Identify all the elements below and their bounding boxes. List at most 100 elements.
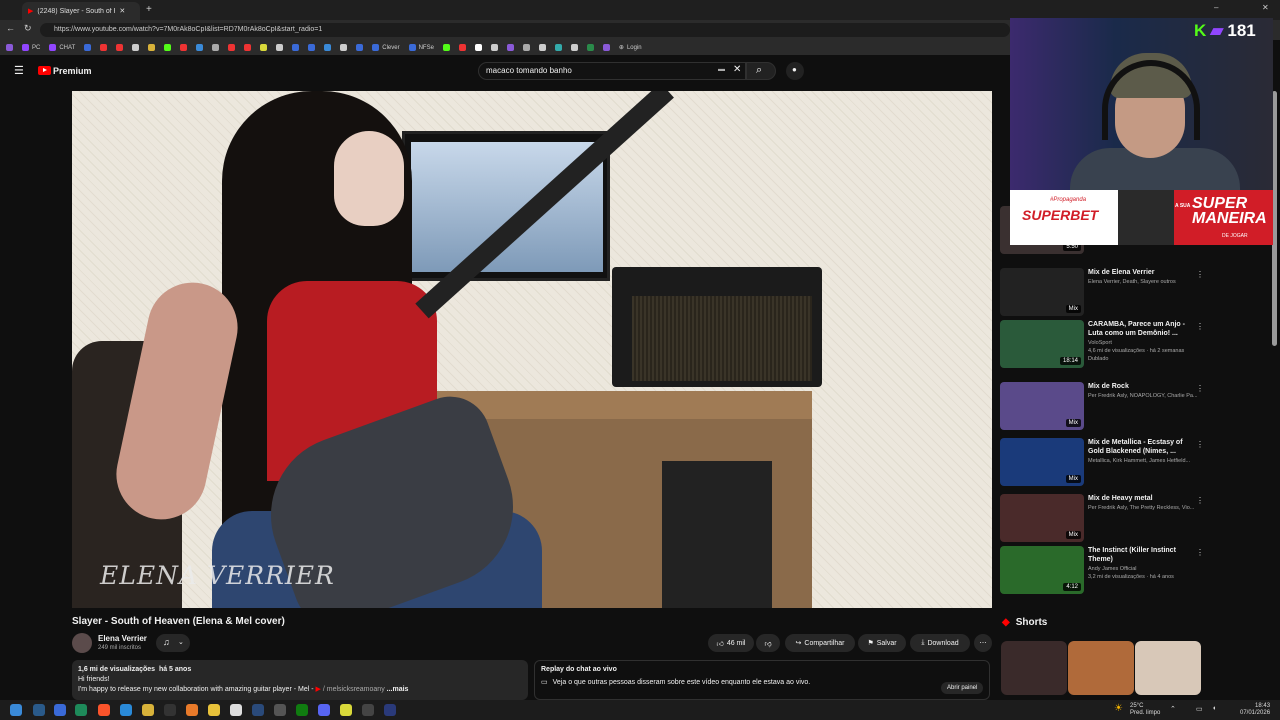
more-vertical-icon[interactable]: ⋮ — [1196, 548, 1204, 557]
recommendation-item[interactable]: Mix Mix de Elena Verrier Elena Verrier, De… — [1000, 268, 1210, 316]
app-icon[interactable] — [340, 704, 352, 716]
like-button[interactable]: 👍︎ 46 mil — [708, 634, 754, 652]
share-button[interactable]: ↪ Compartilhar — [785, 634, 855, 652]
recommendation-thumbnail[interactable]: Mix — [1000, 382, 1084, 430]
weather-widget[interactable]: 25°C Pred. limpo — [1130, 703, 1160, 717]
bookmark-icon[interactable] — [602, 44, 610, 51]
download-button[interactable]: ⤓ Download — [910, 634, 970, 652]
new-tab-button[interactable]: + — [146, 4, 152, 15]
close-window-icon[interactable]: ✕ — [1262, 3, 1269, 12]
tray-chevron-icon[interactable]: ⌃ — [1170, 705, 1176, 713]
bookmark-icon[interactable] — [538, 44, 546, 51]
bookmark-icon[interactable] — [308, 44, 316, 51]
windows-start-icon[interactable] — [10, 704, 22, 716]
settings-icon[interactable] — [274, 704, 286, 716]
brave-icon[interactable] — [98, 704, 110, 716]
recommendation-item[interactable]: 18:14 CARAMBA, Parece um Anjo - Luta como… — [1000, 320, 1210, 368]
channel-name[interactable]: Elena Verrier — [98, 634, 147, 643]
volume-icon[interactable]: ◖ — [1212, 705, 1216, 712]
search-input[interactable]: macaco tomando banho — [478, 62, 746, 80]
bookmark-icon[interactable] — [260, 44, 268, 51]
bookmark-icon[interactable] — [196, 44, 204, 51]
url-input[interactable]: https://www.youtube.com/watch?v=7M0rAk8o… — [40, 23, 1010, 37]
more-actions-button[interactable]: ⋯ — [974, 634, 992, 652]
bookmark-icon[interactable] — [212, 44, 220, 51]
bookmark-login[interactable]: ⊕ Login — [619, 44, 642, 52]
edge-icon[interactable] — [33, 704, 45, 716]
youtube-brand[interactable]: Premium — [53, 66, 92, 76]
back-icon[interactable]: ← — [6, 23, 15, 33]
bookmark-icon[interactable] — [340, 44, 348, 51]
more-vertical-icon[interactable]: ⋮ — [1196, 270, 1204, 279]
bookmark-icon[interactable] — [244, 44, 252, 51]
description-link[interactable]: / melsicksreamoany — [323, 686, 385, 693]
short-thumbnail[interactable] — [1068, 641, 1134, 695]
open-chat-panel-button[interactable]: Abrir painel — [941, 682, 984, 694]
bookmark-icon[interactable] — [490, 44, 498, 51]
search-button[interactable]: ⌕ — [746, 62, 776, 80]
bookmark-icon[interactable] — [442, 44, 450, 51]
short-thumbnail[interactable] — [1135, 641, 1201, 695]
discord-icon[interactable] — [318, 704, 330, 716]
bookmark-icon[interactable] — [458, 44, 466, 51]
recommendation-thumbnail[interactable]: Mix — [1000, 438, 1084, 486]
bookmark-icon[interactable] — [356, 44, 364, 51]
recommendation-thumbnail[interactable]: Mix — [1000, 268, 1084, 316]
save-button[interactable]: ⚑ Salvar — [858, 634, 906, 652]
bookmark-icon[interactable] — [292, 44, 300, 51]
video-player[interactable]: ELENA VERRIER — [72, 91, 992, 608]
recommendation-item[interactable]: Mix Mix de Heavy metal Per Fredrik Åsly, T… — [1000, 494, 1210, 542]
clock[interactable]: 18:43 07/01/2026 — [1240, 703, 1270, 717]
firefox-icon[interactable] — [186, 704, 198, 716]
bookmark-chat[interactable]: CHAT — [49, 44, 75, 51]
bookmark-icon[interactable] — [276, 44, 284, 51]
show-more-link[interactable]: ...mais — [387, 686, 409, 693]
more-vertical-icon[interactable]: ⋮ — [1196, 440, 1204, 449]
bookmark-icon[interactable] — [506, 44, 514, 51]
more-vertical-icon[interactable]: ⋮ — [1196, 322, 1204, 331]
recommendation-thumbnail[interactable]: 18:14 — [1000, 320, 1084, 368]
recommendation-item[interactable]: Mix Mix de Metallica - Ecstasy of Gold Bl… — [1000, 438, 1210, 486]
bookmark-icon[interactable] — [100, 44, 108, 51]
xbox-icon[interactable] — [296, 704, 308, 716]
youtube-logo-icon[interactable] — [38, 66, 51, 75]
bookmark-nfse[interactable]: NFSe — [408, 44, 434, 51]
chrome-icon[interactable] — [142, 704, 154, 716]
bookmark-pc[interactable]: PC — [22, 44, 40, 51]
store-icon[interactable] — [230, 704, 242, 716]
bookmark-icon[interactable] — [6, 44, 13, 51]
bookmark-icon[interactable] — [570, 44, 578, 51]
bookmark-icon[interactable] — [132, 44, 140, 51]
app-icon[interactable] — [362, 704, 374, 716]
steam-icon[interactable] — [252, 704, 264, 716]
keyboard-icon[interactable]: ▬ — [718, 66, 725, 73]
bookmark-icon[interactable] — [522, 44, 530, 51]
bookmark-icon[interactable] — [148, 44, 156, 51]
widgets-icon[interactable] — [54, 704, 66, 716]
bookmark-icon[interactable] — [554, 44, 562, 51]
bookmark-icon[interactable] — [474, 44, 482, 51]
short-thumbnail[interactable] — [1001, 641, 1067, 695]
recommendation-item[interactable]: Mix Mix de Rock Per Fredrik Åsly, NOAPOLOG… — [1000, 382, 1210, 430]
app-icon[interactable] — [75, 704, 87, 716]
more-vertical-icon[interactable]: ⋮ — [1196, 384, 1204, 393]
reload-icon[interactable]: ↻ — [24, 23, 32, 34]
menu-icon[interactable]: ☰ — [14, 64, 24, 77]
voice-search-button[interactable]: ● — [786, 62, 804, 80]
recommendation-thumbnail[interactable]: 4:12 — [1000, 546, 1084, 594]
recommendation-item[interactable]: 4:12 The Instinct (Killer Instinct Theme)… — [1000, 546, 1210, 594]
more-vertical-icon[interactable]: ⋮ — [1196, 496, 1204, 505]
bookmark-icon[interactable] — [164, 44, 172, 51]
bookmark-icon[interactable] — [84, 44, 92, 51]
channel-avatar[interactable] — [72, 633, 92, 653]
recommendation-thumbnail[interactable]: Mix — [1000, 494, 1084, 542]
bookmark-icon[interactable] — [586, 44, 594, 51]
browser-tab[interactable]: ▶ (2248) Slayer - South of Heav... ✕ — [22, 2, 140, 20]
obs-icon[interactable] — [164, 704, 176, 716]
bookmark-clever[interactable]: Clever — [372, 44, 400, 51]
bookmark-icon[interactable] — [228, 44, 236, 51]
app-icon[interactable] — [384, 704, 396, 716]
close-tab-icon[interactable]: ✕ — [119, 7, 125, 15]
edge-browser-icon[interactable] — [120, 704, 132, 716]
description-box[interactable]: 1,6 mi de visualizações há 5 anos Hi fri… — [72, 660, 528, 700]
